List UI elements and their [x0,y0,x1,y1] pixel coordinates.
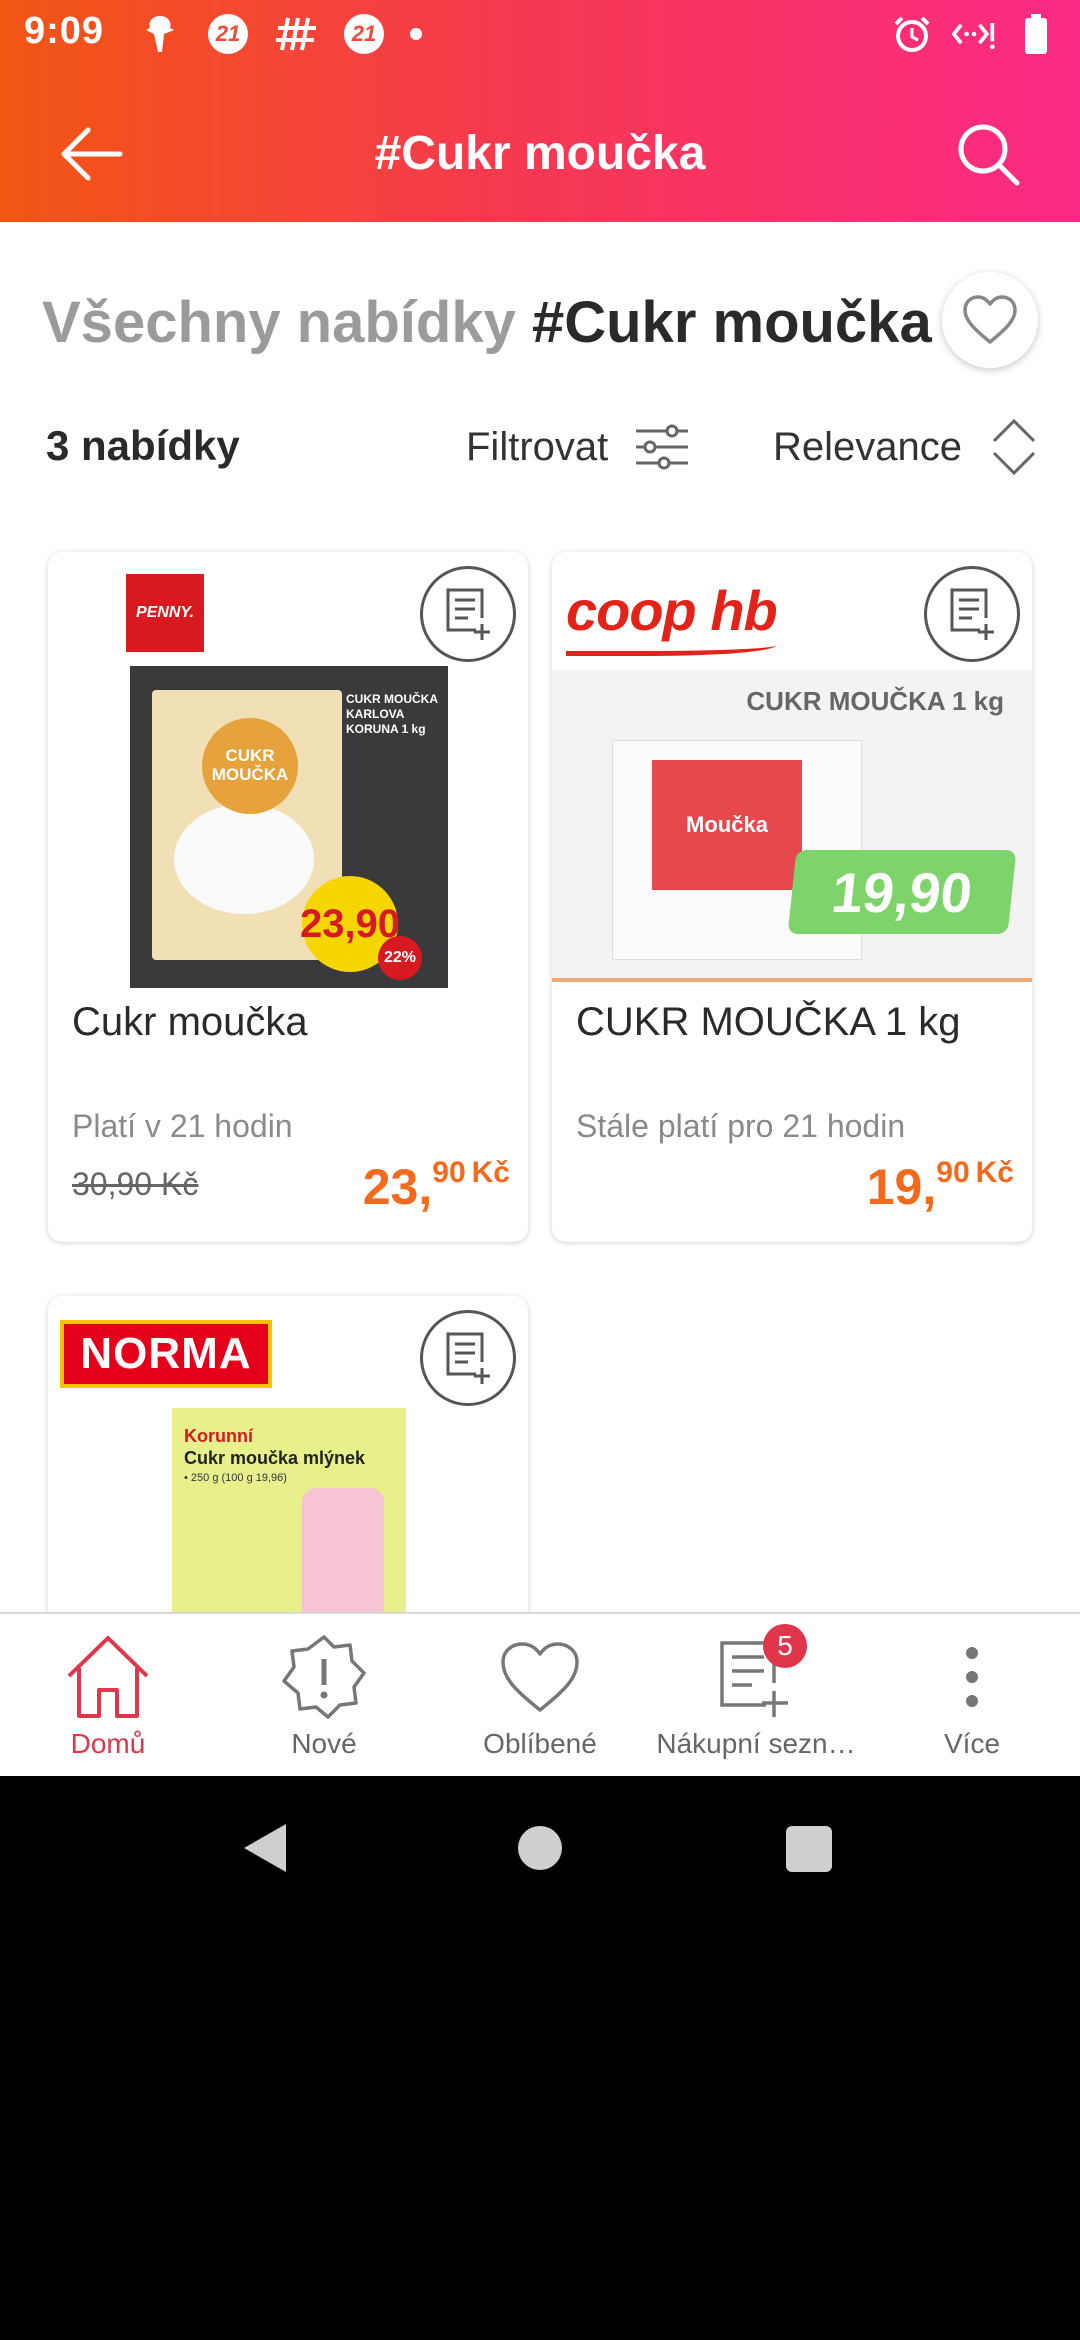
offer-validity: Platí v 21 hodin [72,1108,293,1144]
image-header-text: CUKR MOUČKA 1 kg [746,686,1004,716]
status-icons-left: 21 21 [138,12,422,56]
nav-item-home[interactable]: Domů [0,1614,216,1776]
offer-card-penny[interactable]: PENNY. CUKR MOUČKA CUKR MOUČKA KARLOVA K… [48,552,528,1242]
offer-price: 23,90 Kč [362,1156,510,1216]
notification-badge-icon: 21 [344,14,384,54]
nav-label: Nákupní sezn… [656,1728,856,1759]
nav-label: Nové [291,1728,357,1759]
section-heading: Všechny nabídky #Cukr moučka [42,288,1038,358]
product-jar [302,1488,384,1612]
heading-tag: #Cukr moučka [531,290,932,355]
bottom-navigation: Domů Nové Oblíbené 5 Nákupní sezn… Více [0,1612,1080,1776]
store-logo-coop: coop hb [566,579,778,642]
hash-icon [274,12,318,56]
product-image: CUKR MOUČKA 1 kg Moučka 19,90 [552,670,1032,982]
price-main: 23, [362,1159,433,1215]
heading-muted: Všechny nabídky [42,290,516,355]
add-to-list-button[interactable] [924,566,1020,662]
image-discount-tag: 22% [378,936,422,980]
offer-price: 19,90 Kč [866,1156,1014,1216]
more-icon [927,1632,1017,1722]
triangle-back-icon [244,1824,286,1872]
notification-icon [138,12,182,56]
heading-row: Všechny nabídky #Cukr moučka [42,272,1038,378]
app-bar: #Cukr moučka [0,100,1080,210]
nav-item-shopping-list[interactable]: 5 Nákupní sezn… [648,1614,864,1776]
offers-content[interactable]: Všechny nabídky #Cukr moučka 3 nabídky F… [0,222,1080,1612]
product-image: CUKR MOUČKA CUKR MOUČKA KARLOVA KORUNA 1… [130,666,448,988]
header: 9:09 21 21 #Cukr moučka [0,0,1080,222]
offers-count: 3 nabídky [46,422,240,469]
add-to-list-button[interactable] [420,1310,516,1406]
image-name-text: Cukr moučka mlýnek [184,1448,366,1468]
bag-label: Moučka [652,760,802,890]
new-icon [279,1632,369,1722]
page-title: #Cukr moučka [374,127,706,180]
sort-updown-icon [992,418,1036,476]
battery-icon [1014,12,1058,56]
favorite-tag-button[interactable] [942,272,1038,368]
offer-validity: Stále platí pro 21 hodin [576,1108,906,1144]
offer-title: Cukr moučka [72,1000,308,1044]
price-currency: Kč [471,1156,510,1189]
filter-button[interactable]: Filtrovat [466,412,690,482]
old-price: 30,90 Kč [72,1166,199,1202]
nav-item-more[interactable]: Více [864,1614,1080,1776]
filter-label: Filtrovat [466,424,609,469]
add-to-list-icon [446,588,490,640]
offer-card-coop[interactable]: coop hb CUKR MOUČKA 1 kg Moučka 19,90 CU… [552,552,1032,1242]
price-currency: Kč [975,1156,1014,1189]
system-recents-button[interactable] [786,1826,832,1872]
price-cents: 90 [432,1156,466,1189]
toolbar-row: 3 nabídky Filtrovat Relevance [46,412,1038,482]
image-detail-text: • 250 g (100 g 19,96) [184,1472,287,1484]
heart-icon [495,1632,585,1722]
coop-logo-swoosh [566,638,776,656]
store-logo-penny: PENNY. [126,574,204,652]
price-main: 19, [866,1159,937,1215]
sort-button[interactable]: Relevance [773,412,1038,482]
nav-label: Oblíbené [483,1728,597,1759]
product-bowl [174,804,314,914]
system-back-button[interactable] [242,1822,288,1879]
data-icon [952,12,996,56]
search-icon [958,124,1020,186]
status-icons-right [890,12,1058,56]
status-bar: 9:09 21 21 [0,0,1080,70]
status-time: 9:09 [24,10,105,52]
sort-label: Relevance [772,424,962,469]
alarm-icon [890,12,934,56]
shopping-list-icon: 5 [711,1624,807,1722]
add-to-list-icon [446,1332,490,1384]
nav-item-favorites[interactable]: Oblíbené [432,1614,648,1776]
image-price-tag: 19,90 [787,850,1017,934]
pack-side-text: CUKR MOUČKA KARLOVA KORUNA 1 kg [346,692,438,736]
nav-label: Více [943,1728,1001,1759]
pack-label: CUKR MOUČKA [202,718,298,814]
system-home-button[interactable] [518,1826,562,1870]
add-to-list-button[interactable] [420,566,516,662]
nav-label: Domů [70,1728,146,1759]
offer-title: CUKR MOUČKA 1 kg [576,1000,961,1044]
shopping-list-badge: 5 [763,1624,807,1668]
store-logo-norma: NORMA [60,1320,272,1388]
heart-icon [963,295,1017,344]
notification-badge-icon: 21 [208,14,248,54]
offer-card-norma[interactable]: NORMA Korunní Cukr moučka mlýnek • 250 g… [48,1296,528,1612]
home-icon [63,1632,153,1722]
nav-item-new[interactable]: Nové [216,1614,432,1776]
more-notifications-dot-icon [410,28,422,40]
price-cents: 90 [936,1156,970,1189]
filter-sliders-icon [636,424,689,470]
system-navigation-bar [0,1776,1080,1922]
add-to-list-icon [950,588,994,640]
product-image: Korunní Cukr moučka mlýnek • 250 g (100 … [172,1408,406,1612]
image-brand-text: Korunní [184,1426,253,1446]
search-button[interactable] [948,114,1028,194]
